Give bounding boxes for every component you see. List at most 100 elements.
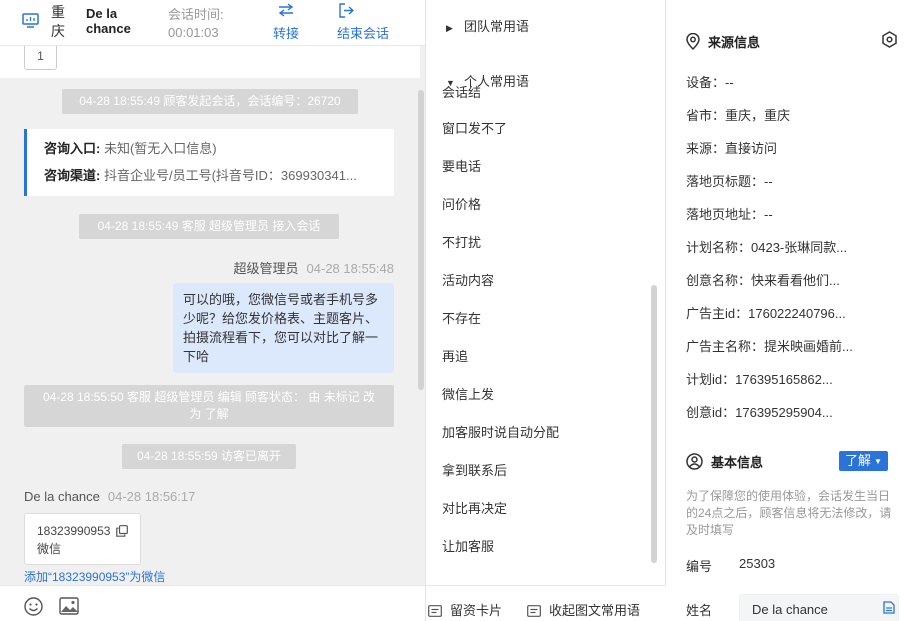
- basic-info-title: 基本信息: [686, 452, 763, 471]
- landing-url-value: --: [764, 207, 773, 222]
- device-value: --: [725, 75, 734, 90]
- landing-title-row: 落地页标题：--: [686, 171, 773, 190]
- phrase-item[interactable]: 对比再决定: [442, 498, 507, 517]
- chat-header: 重庆 De la chance 会话时间: 00:01:03 转接 结束会话: [0, 0, 425, 46]
- message-icon: [527, 605, 541, 617]
- page-number[interactable]: 1: [24, 46, 57, 70]
- emoji-icon[interactable]: [24, 597, 43, 619]
- phrase-item[interactable]: 问价格: [442, 194, 481, 213]
- phrases-footer: 留资卡片 收起图文常用语: [426, 585, 666, 621]
- swap-icon: [273, 3, 299, 19]
- system-message-left: 04-28 18:55:59 访客已离开: [122, 444, 296, 469]
- settings-icon[interactable]: [881, 31, 898, 51]
- chat-panel: 重庆 De la chance 会话时间: 00:01:03 转接 结束会话 1…: [0, 0, 426, 621]
- document-icon[interactable]: [883, 601, 895, 617]
- source-row: 来源：直接访问: [686, 138, 777, 157]
- image-icon[interactable]: [59, 597, 79, 618]
- system-message-start: 04-28 18:55:49 顾客发起会话，会话编号：26720: [62, 89, 358, 114]
- phrases-scrollbar[interactable]: [651, 285, 657, 563]
- history-strip: [0, 46, 420, 78]
- name-label: 姓名: [686, 603, 713, 618]
- system-message-edit: 04-28 18:55:50 客服 超级管理员 编辑 顾客状态： 由 未标记 改…: [24, 385, 394, 427]
- plan-name-label: 计划名称：: [686, 240, 752, 255]
- location-pin-icon: [686, 32, 700, 51]
- session-time-label: 会话时间:: [168, 7, 224, 22]
- name-field[interactable]: [739, 594, 899, 621]
- visitor-city: 重庆: [51, 4, 65, 39]
- phrase-item[interactable]: 窗口发不了: [442, 118, 507, 137]
- visitor-time: 04-28 18:56:17: [107, 489, 196, 504]
- phrase-item[interactable]: 不打扰: [442, 232, 481, 251]
- creative-name-row: 创意名称：快来看看他们...: [686, 270, 840, 289]
- exit-icon: [337, 3, 389, 19]
- transfer-label: 转接: [273, 26, 300, 41]
- lead-card-button[interactable]: 留资卡片: [428, 600, 502, 619]
- number-value: 25303: [739, 556, 776, 571]
- visitor-message-meta: De la chance 04-28 18:56:17: [24, 489, 195, 504]
- province-label: 省市：: [686, 108, 726, 123]
- advertiser-id-row: 广告主id：176022240796...: [686, 303, 846, 322]
- session-time: 00:01:03: [168, 25, 219, 40]
- entry-info-card: 咨询入口: 未知(暂无入口信息) 咨询渠道: 抖音企业号/员工号(抖音号ID：3…: [24, 129, 394, 196]
- source-value: 直接访问: [725, 141, 778, 156]
- app-window: 重庆 De la chance 会话时间: 00:01:03 转接 结束会话 1…: [0, 0, 904, 621]
- plan-name-value: 0423-张琳同款...: [751, 240, 848, 255]
- landing-url-row: 落地页地址：--: [686, 204, 773, 223]
- phrase-item[interactable]: 会话结: [442, 82, 481, 101]
- phrase-item[interactable]: 活动内容: [442, 270, 494, 289]
- landing-title-value: --: [764, 174, 773, 189]
- customer-info-panel: 来源信息 设备：-- 省市：重庆，重庆 来源：直接访问 落地页标题：-- 落地页…: [666, 0, 904, 621]
- phrase-item[interactable]: 再追: [442, 346, 468, 365]
- team-phrases-group[interactable]: ▶ 团队常用语: [446, 16, 529, 35]
- collapse-phrases-label: 收起图文常用语: [549, 603, 641, 618]
- advertiser-id-value: 176022240796...: [748, 306, 846, 321]
- channel-label: 咨询渠道:: [44, 168, 101, 183]
- agent-name: 超级管理员: [233, 261, 299, 276]
- phrase-item[interactable]: 加客服时说自动分配: [442, 422, 559, 441]
- phrase-item[interactable]: 微信上发: [442, 384, 494, 403]
- customer-status-dropdown[interactable]: 了解 ▼: [839, 451, 888, 471]
- plan-name-row: 计划名称：0423-张琳同款...: [686, 237, 847, 256]
- landing-url-label: 落地页地址：: [686, 207, 765, 222]
- agent-time: 04-28 18:55:48: [306, 261, 394, 276]
- phrase-list[interactable]: 会话结 窗口发不了 要电话 问价格 不打扰 活动内容 不存在 再追 微信上发 加…: [426, 80, 652, 585]
- number-label: 编号: [686, 559, 713, 574]
- plan-id-value: 176395165862...: [735, 372, 833, 387]
- lead-card-label: 留资卡片: [450, 603, 503, 618]
- copy-icon[interactable]: [116, 524, 128, 542]
- system-message-join: 04-28 18:55:49 客服 超级管理员 接入会话: [79, 214, 339, 239]
- creative-name-value: 快来看看他们...: [751, 273, 840, 288]
- user-circle-icon: [686, 453, 703, 470]
- transfer-button[interactable]: 转接: [273, 3, 299, 42]
- entry-label: 咨询入口:: [44, 141, 101, 156]
- chat-scrollbar[interactable]: [418, 90, 424, 390]
- collapse-phrases-button[interactable]: 收起图文常用语: [527, 600, 640, 619]
- province-value: 重庆，重庆: [725, 108, 791, 123]
- source-label: 来源：: [686, 141, 726, 156]
- creative-id-row: 创意id：176395295904...: [686, 402, 833, 421]
- add-wechat-link[interactable]: 添加“18323990953”为微信: [24, 568, 165, 585]
- phrase-item[interactable]: 让加客服: [442, 536, 494, 555]
- monitor-icon: [22, 13, 39, 31]
- phrase-item[interactable]: 拿到联系后: [442, 460, 507, 479]
- visitor-name-label: De la chance: [24, 489, 100, 504]
- creative-name-label: 创意名称：: [686, 273, 752, 288]
- phrase-item[interactable]: 要电话: [442, 156, 481, 175]
- advertiser-name-value: 提米映画婚前...: [764, 339, 853, 354]
- edit-notice: 为了保障您的使用体验，会话发生当日的24点之后，顾客信息将无法修改，请及时填写: [686, 489, 892, 537]
- source-info-title: 来源信息: [686, 32, 760, 51]
- device-row: 设备：--: [686, 72, 734, 91]
- chat-toolbar: [0, 585, 425, 621]
- creative-id-value: 176395295904...: [735, 405, 833, 420]
- end-session-button[interactable]: 结束会话: [337, 3, 389, 42]
- entry-value: 未知(暂无入口信息): [103, 141, 217, 156]
- message-list[interactable]: 1 04-28 18:55:49 顾客发起会话，会话编号：26720 咨询入口:…: [0, 46, 425, 585]
- phrase-item[interactable]: 不存在: [442, 308, 481, 327]
- advertiser-id-label: 广告主id：: [686, 306, 749, 321]
- province-row: 省市：重庆，重庆: [686, 105, 790, 124]
- basic-info-label: 基本信息: [711, 455, 764, 470]
- caret-right-icon: ▶: [446, 23, 453, 33]
- agent-message-meta: 超级管理员 04-28 18:55:48: [234, 258, 394, 277]
- phrases-panel: ▶ 团队常用语 ▼ 个人常用语 会话结 窗口发不了 要电话 问价格 不打扰 活动内容…: [426, 0, 666, 621]
- status-value: 了解: [845, 453, 872, 468]
